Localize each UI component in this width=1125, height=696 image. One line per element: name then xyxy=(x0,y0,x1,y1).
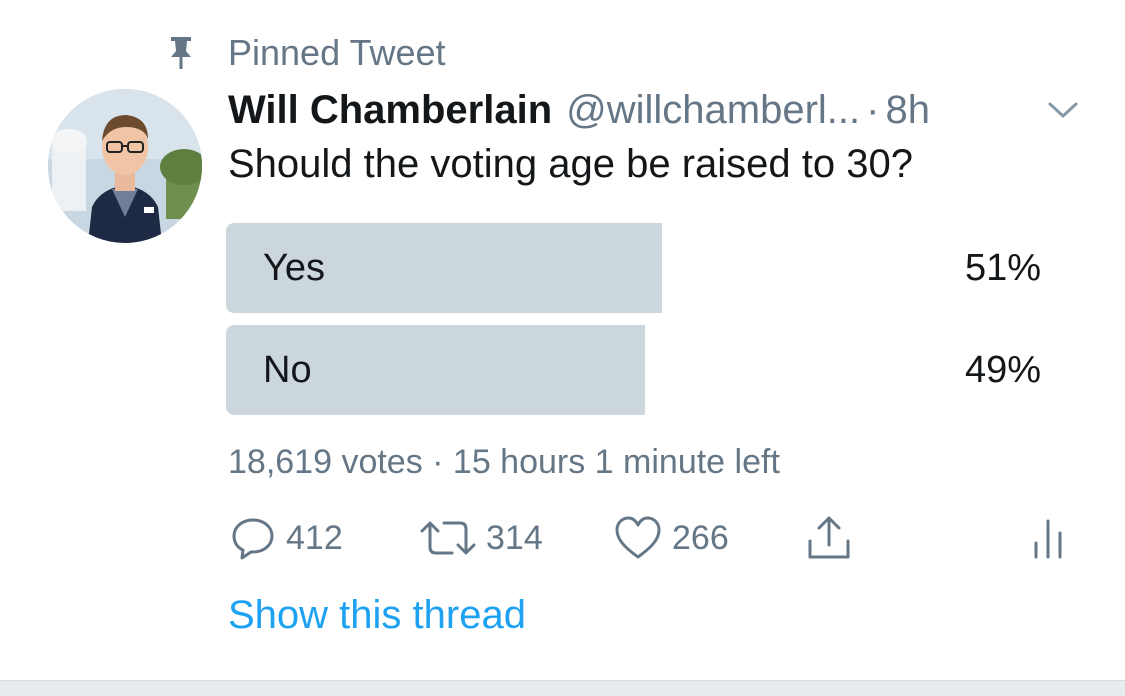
tweet-header: Will Chamberlain @willchamberl... · 8h xyxy=(228,84,930,136)
header-separator: · xyxy=(866,87,880,132)
poll-option-label: Yes xyxy=(263,247,325,289)
reply-icon xyxy=(232,518,274,560)
pinned-label: Pinned Tweet xyxy=(228,32,446,73)
pin-icon xyxy=(171,37,191,69)
retweet-button[interactable]: 314 xyxy=(418,510,543,566)
avatar[interactable] xyxy=(48,89,202,243)
tweet-timestamp[interactable]: 8h xyxy=(885,88,930,133)
poll-meta: 18,619 votes · 15 hours 1 minute left xyxy=(228,443,780,481)
like-count: 266 xyxy=(672,518,729,557)
poll-option-percent: 51% xyxy=(964,247,1041,289)
author-name[interactable]: Will Chamberlain xyxy=(228,88,552,133)
chevron-down-icon[interactable] xyxy=(1046,99,1080,121)
reply-button[interactable]: 412 xyxy=(228,510,343,566)
share-button[interactable] xyxy=(804,510,854,566)
reply-count: 412 xyxy=(286,518,343,557)
retweet-icon xyxy=(420,521,476,555)
retweet-count: 314 xyxy=(486,518,543,557)
tweet-text: Should the voting age be raised to 30? xyxy=(228,142,913,186)
tweet-actions: 412 314 266 xyxy=(228,510,1078,566)
show-thread-link[interactable]: Show this thread xyxy=(228,593,526,638)
like-button[interactable]: 266 xyxy=(612,510,729,566)
analytics-button[interactable] xyxy=(1028,510,1068,566)
divider xyxy=(0,680,1125,696)
poll-option-yes: Yes 51% xyxy=(226,223,1041,313)
share-icon xyxy=(808,516,850,559)
analytics-icon xyxy=(1034,519,1062,559)
poll-option-no: No 49% xyxy=(226,325,1041,415)
poll-option-percent: 49% xyxy=(964,349,1041,391)
author-handle[interactable]: @willchamberl... xyxy=(566,88,860,133)
pinned-indicator: Pinned Tweet xyxy=(168,30,446,76)
heart-icon xyxy=(615,516,661,559)
poll-option-label: No xyxy=(263,349,312,391)
